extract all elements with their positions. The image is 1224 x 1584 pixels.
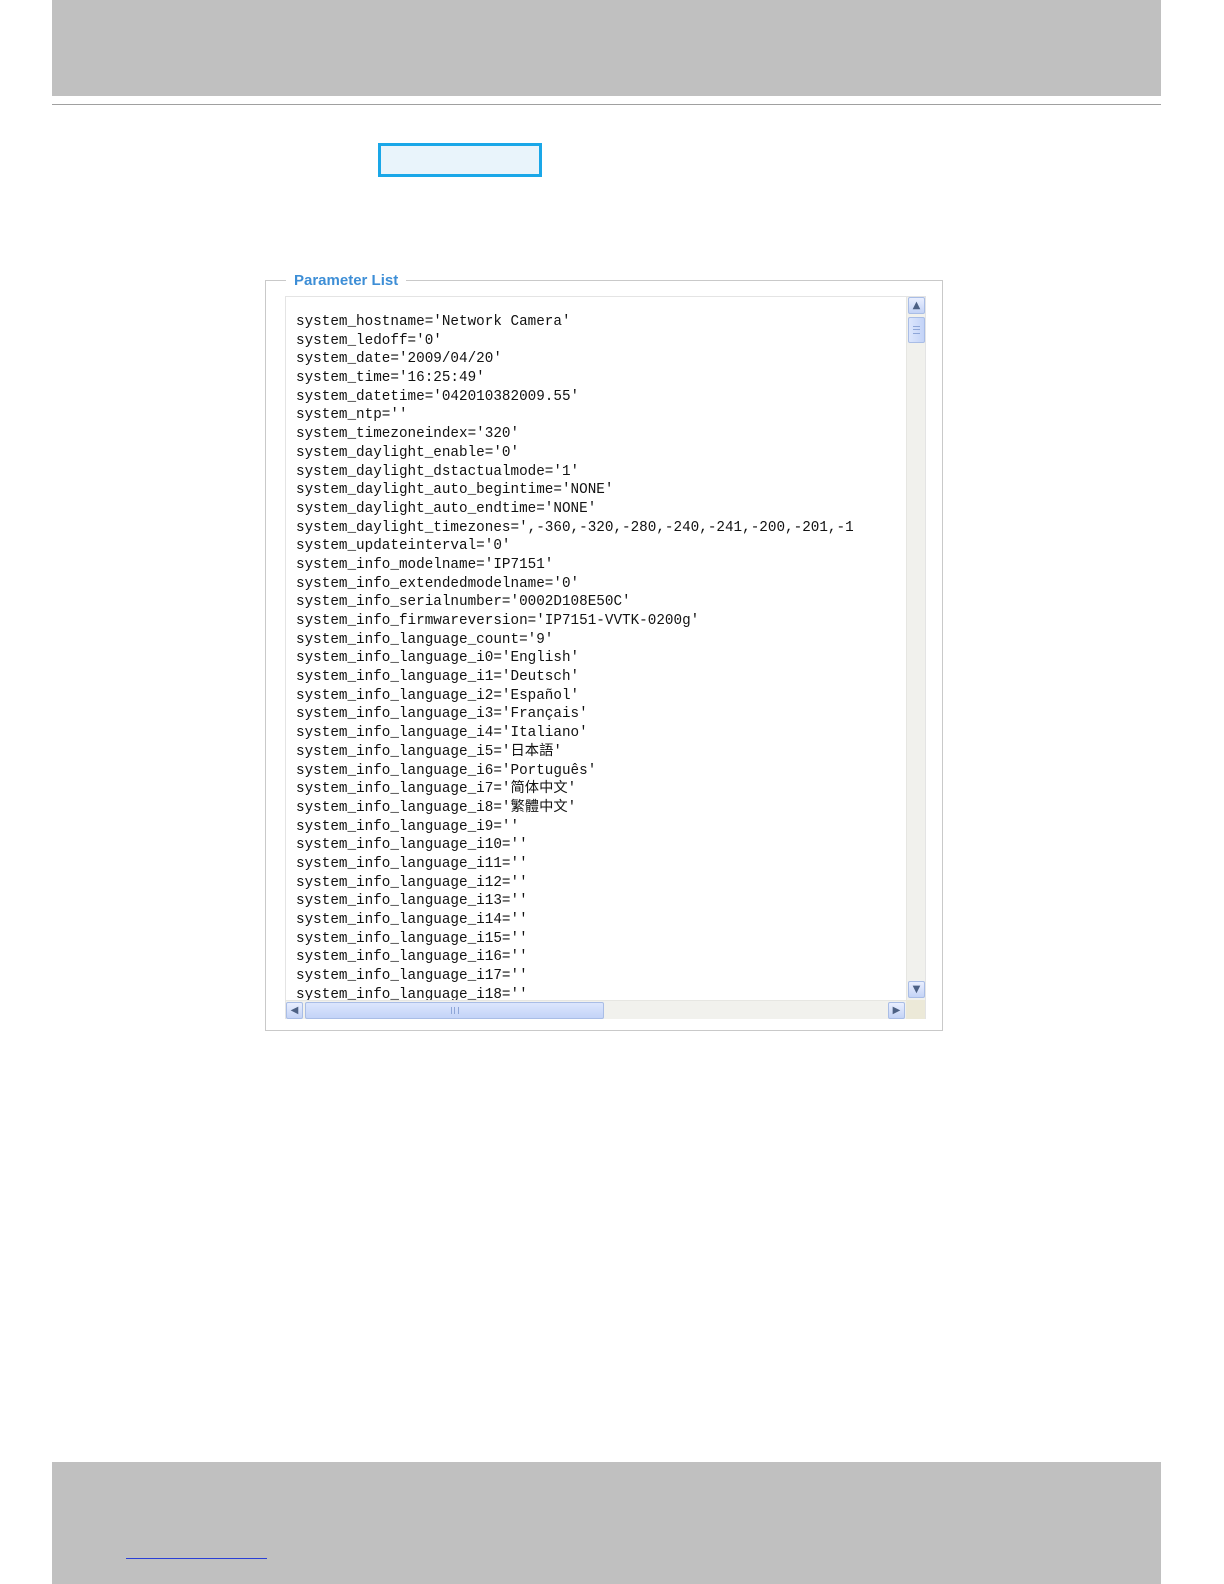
parameter-line: system_info_language_i0='English' <box>296 650 580 667</box>
parameter-line: system_info_language_i18='' <box>296 986 528 1000</box>
parameter-line: system_daylight_timezones=',-360,-320,-2… <box>296 519 854 536</box>
scroll-right-arrow-icon[interactable]: ▶ <box>888 1002 905 1019</box>
parameter-line: system_daylight_auto_begintime='NONE' <box>296 482 614 499</box>
parameter-line: system_updateinterval='0' <box>296 538 511 555</box>
scroll-down-arrow-icon[interactable]: ▼ <box>908 981 925 998</box>
parameter-line: system_info_language_i4='Italiano' <box>296 725 588 742</box>
parameter-line: system_hostname='Network Camera' <box>296 314 571 330</box>
header-band <box>52 0 1161 96</box>
parameter-line: system_info_modelname='IP7151' <box>296 556 554 573</box>
parameter-line: system_daylight_enable='0' <box>296 444 520 461</box>
parameter-line: system_info_firmwareversion='IP7151-VVTK… <box>296 613 700 629</box>
parameter-line: system_info_language_i14='' <box>296 912 528 928</box>
parameter-list-textarea[interactable]: system_hostname='Network Camera' system_l… <box>285 296 926 1019</box>
footer-link[interactable] <box>126 1558 267 1559</box>
horizontal-scroll-thumb[interactable] <box>305 1002 604 1019</box>
parameter-line: system_info_language_i16='' <box>296 949 528 966</box>
parameter-line: system_time='16:25:49' <box>296 370 485 387</box>
parameter-line: system_info_language_i11='' <box>296 855 528 872</box>
vertical-scroll-thumb[interactable] <box>908 317 925 343</box>
parameter-list-legend: Parameter List <box>286 271 407 291</box>
parameter-line: system_daylight_dstactualmode='1' <box>296 463 580 480</box>
vertical-scrollbar[interactable]: ▲ ▼ <box>906 297 925 1000</box>
highlighted-button-frame[interactable] <box>378 143 542 177</box>
parameter-line: system_timezoneindex='320' <box>296 426 520 443</box>
scroll-up-arrow-icon[interactable]: ▲ <box>908 297 925 314</box>
parameter-line: system_ledoff='0' <box>296 332 442 349</box>
parameter-line: system_info_language_i12='' <box>296 874 528 891</box>
parameter-line: system_info_language_i5='日本語' <box>296 743 562 760</box>
horizontal-scrollbar[interactable]: ◀ ▶ <box>286 1000 906 1019</box>
parameter-line: system_info_language_i8='繁體中文' <box>296 799 577 816</box>
parameter-line: system_info_language_i7='简体中文' <box>296 781 577 798</box>
parameter-line: system_date='2009/04/20' <box>296 351 502 368</box>
parameter-line: system_info_language_i9='' <box>296 818 520 835</box>
parameter-line: system_datetime='042010382009.55' <box>296 388 580 405</box>
scrollbar-corner <box>906 1000 925 1019</box>
parameter-line: system_info_language_i13='' <box>296 893 528 910</box>
parameter-line: system_info_language_i15='' <box>296 930 528 947</box>
grip-icon <box>451 1007 459 1014</box>
header-divider <box>52 104 1161 105</box>
parameter-line: system_info_serialnumber='0002D108E50C' <box>296 594 631 611</box>
parameter-line: system_info_language_i1='Deutsch' <box>296 669 580 686</box>
footer-band <box>52 1462 1161 1584</box>
parameter-line: system_info_language_i3='Français' <box>296 706 588 723</box>
parameter-line: system_info_language_i2='Español' <box>296 687 580 704</box>
scroll-left-arrow-icon[interactable]: ◀ <box>286 1002 303 1019</box>
parameter-line: system_ntp='' <box>296 407 408 424</box>
parameter-line: system_info_language_i17='' <box>296 968 528 985</box>
grip-icon <box>913 326 920 334</box>
parameter-line: system_info_language_i10='' <box>296 837 528 854</box>
parameter-line: system_info_language_count='9' <box>296 631 554 648</box>
parameter-line: system_info_extendedmodelname='0' <box>296 575 580 592</box>
parameter-list-content: system_hostname='Network Camera' system_l… <box>296 313 906 1000</box>
parameter-line: system_info_language_i6='Português' <box>296 762 597 779</box>
parameter-line: system_daylight_auto_endtime='NONE' <box>296 500 597 517</box>
